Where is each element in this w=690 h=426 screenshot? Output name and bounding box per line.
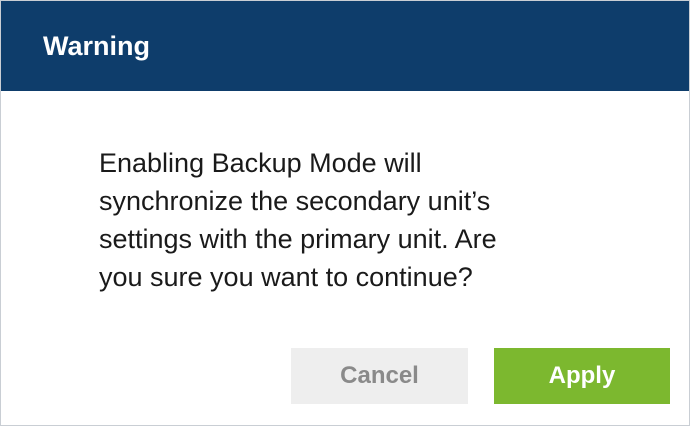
apply-button[interactable]: Apply — [494, 348, 670, 404]
dialog-header: Warning — [1, 1, 689, 91]
message-line: settings with the primary unit. Are — [99, 224, 497, 254]
dialog-message: Enabling Backup Mode will synchronize th… — [99, 144, 639, 296]
dialog-title: Warning — [43, 31, 150, 61]
cancel-button[interactable]: Cancel — [291, 348, 468, 404]
message-line: Enabling Backup Mode will — [99, 148, 422, 178]
message-line: you sure you want to continue? — [99, 262, 473, 292]
warning-dialog: Warning Enabling Backup Mode will synchr… — [0, 0, 690, 426]
message-line: synchronize the secondary unit’s — [99, 186, 491, 216]
